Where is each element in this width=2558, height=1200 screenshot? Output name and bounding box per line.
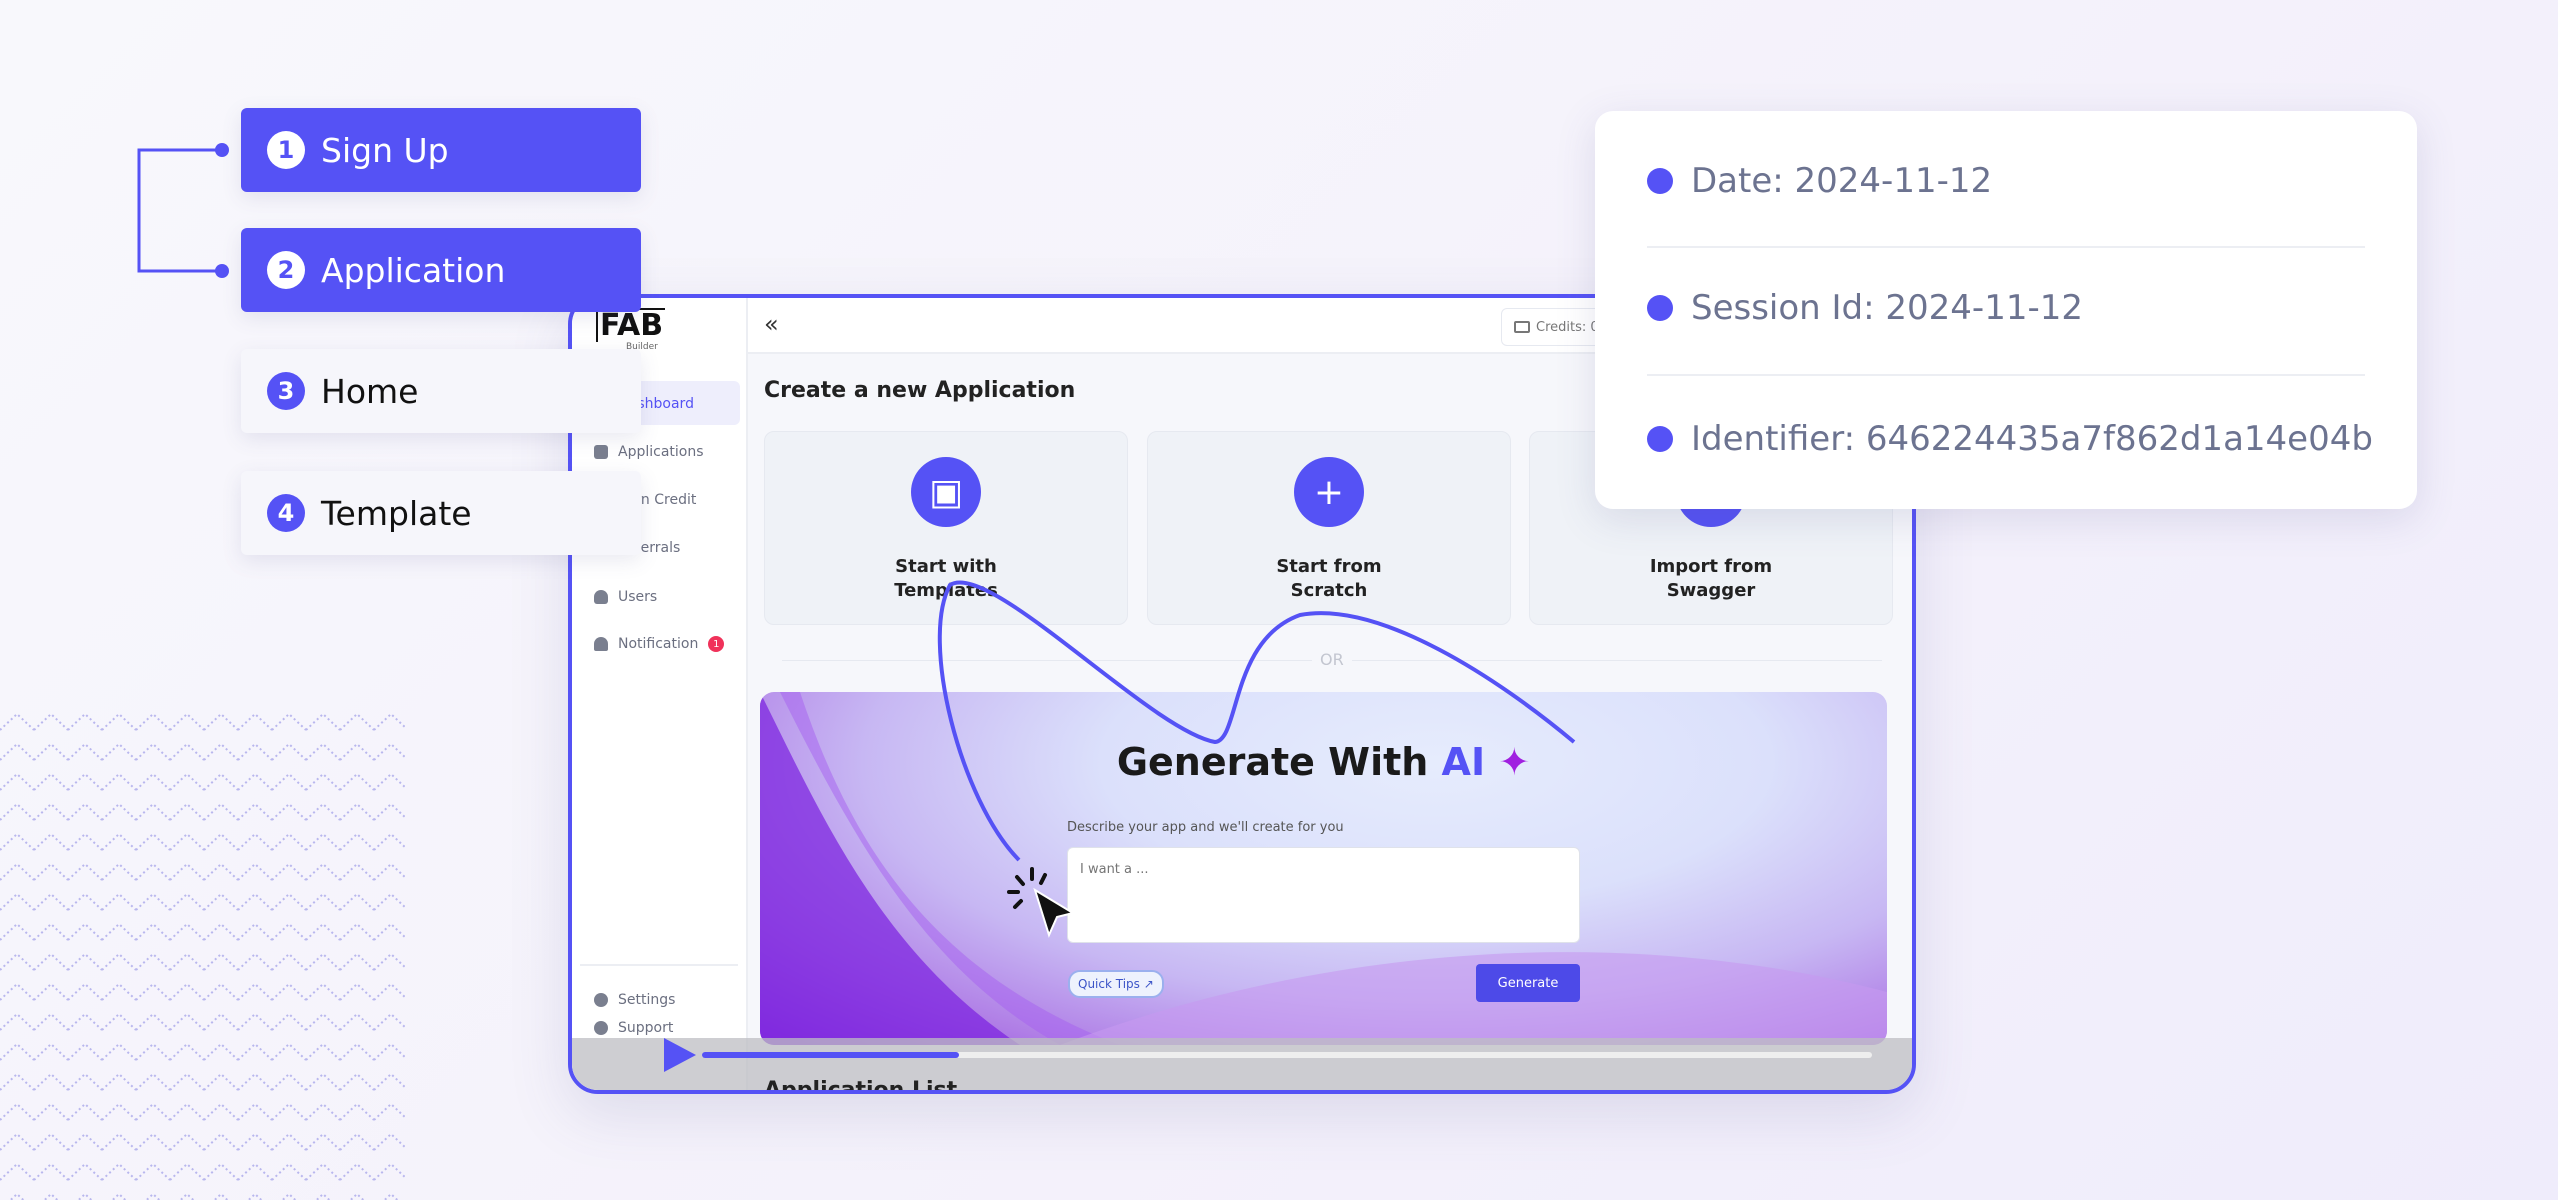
page-title: Create a new Application [764,378,1076,403]
ai-title: Generate With AI ✦ [760,740,1887,784]
ai-title-text: Generate With [1116,740,1429,784]
logo: FAB [596,308,666,342]
ai-generate-banner: Generate With AI ✦ Describe your app and… [760,692,1887,1045]
step-label: Home [321,371,419,411]
ai-label: Describe your app and we'll create for y… [1067,820,1344,835]
cursor-click-icon [1007,867,1076,938]
info-text: Session Id: 2024-11-12 [1691,288,2083,328]
divider [580,964,738,966]
step-number: 1 [267,131,305,169]
divider [1647,374,2365,376]
play-icon[interactable] [662,1036,698,1074]
bullet-icon [1647,168,1673,194]
step-connector [137,143,229,278]
info-session-id: Session Id: 2024-11-12 [1647,288,2083,328]
bell-icon [594,637,608,651]
quick-tips-button[interactable]: Quick Tips ↗ [1068,970,1164,998]
application-list-title: Application List [764,1078,958,1094]
sidebar-item-support[interactable]: Support [594,1020,673,1036]
sidebar-label: Support [618,1020,674,1036]
info-identifier: Identifier: 646224435a7f862d1a14e04b [1647,419,2373,459]
or-text: OR [1312,650,1352,669]
info-date: Date: 2024-11-12 [1647,161,1992,201]
step-template[interactable]: 4 Template [241,471,641,555]
zigzag-pattern [0,710,405,1200]
sidebar-item-users[interactable]: Users [594,589,657,605]
credits-text: Credits: 0 [1536,319,1599,335]
step-label: Template [321,493,472,533]
card-icon [1514,321,1530,333]
info-text: Date: 2024-11-12 [1691,161,1993,201]
collapse-sidebar-button[interactable]: « [764,310,779,338]
step-label: Sign Up [321,130,449,170]
bullet-icon [1647,426,1673,452]
card-title: Swagger [1666,580,1756,601]
sidebar-item-applications[interactable]: Applications [594,444,704,460]
template-icon: ▣ [911,457,981,527]
card-start-from-scratch[interactable]: + Start from Scratch [1147,431,1511,625]
card-title: Templates [894,580,998,601]
card-start-with-templates[interactable]: ▣ Start with Templates [764,431,1128,625]
generate-button[interactable]: Generate [1476,964,1580,1002]
step-label: Application [321,250,506,290]
sidebar-label: Applications [618,444,704,460]
bullet-icon [1647,295,1673,321]
notification-badge: 1 [708,636,725,652]
ai-title-accent: AI [1441,740,1486,784]
video-progress-fill [702,1052,960,1058]
app-description-input[interactable] [1067,847,1580,943]
card-title: Start with [895,556,997,577]
video-progress-bar[interactable] [702,1052,1872,1058]
step-number: 3 [267,372,305,410]
plus-icon: + [1294,457,1364,527]
sidebar-label: Users [618,589,658,605]
headset-icon [594,1021,608,1035]
step-sign-up[interactable]: 1 Sign Up [241,108,641,192]
gear-icon [594,993,608,1007]
sidebar-label: Notification [618,636,699,652]
step-number: 4 [267,494,305,532]
card-title: Import from [1649,556,1773,577]
sidebar-label: Settings [618,992,676,1008]
step-home[interactable]: 3 Home [241,349,641,433]
user-icon [594,590,608,604]
step-number: 2 [267,251,305,289]
info-text: Identifier: 646224435a7f862d1a14e04b [1691,419,2373,459]
sidebar-item-notification[interactable]: Notification 1 [594,636,725,652]
card-title: Scratch [1290,580,1368,601]
step-application[interactable]: 2 Application [241,228,641,312]
session-info-card: Date: 2024-11-12 Session Id: 2024-11-12 … [1595,111,2417,509]
sidebar-item-settings[interactable]: Settings [594,992,675,1008]
divider [1647,246,2365,248]
card-title: Start from [1276,556,1382,577]
sparkle-icon: ✦ [1498,740,1531,784]
grid-icon [594,445,608,459]
